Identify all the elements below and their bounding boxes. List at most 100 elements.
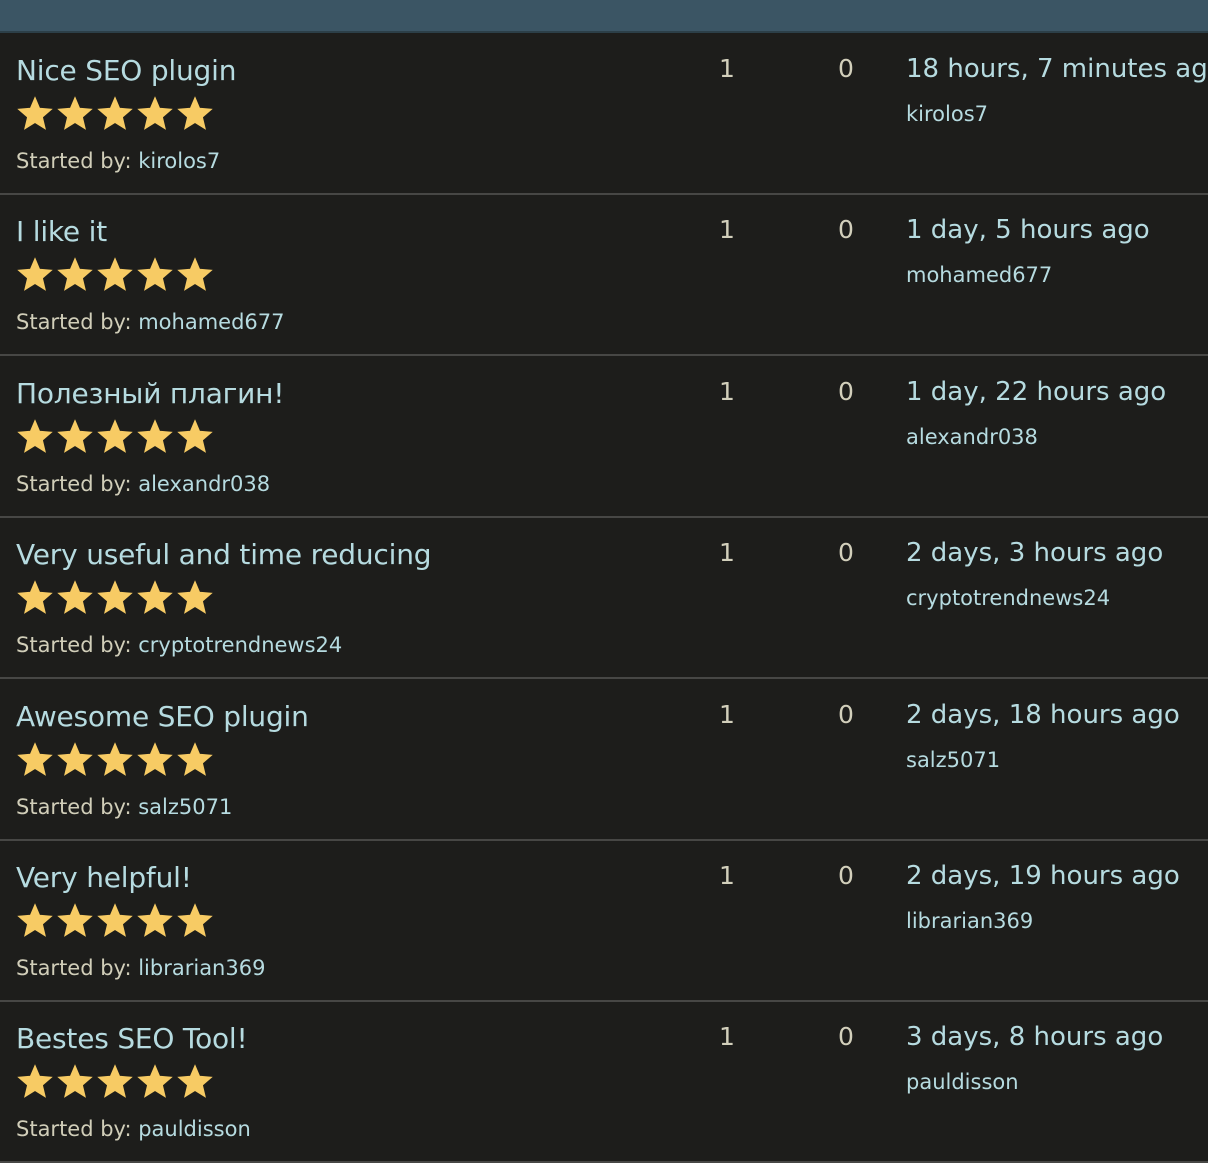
author-link[interactable]: mohamed677 [138, 310, 284, 334]
topic-title-link[interactable]: Awesome SEO plugin [16, 700, 309, 733]
star-icon [57, 580, 93, 616]
freshness-link[interactable]: 18 hours, 7 minutes ago [906, 54, 1208, 84]
star-icon [137, 257, 173, 293]
star-icon [137, 96, 173, 132]
topic-row: Nice SEO plugin Started by: kirolos7 1 0 18 … [0, 34, 1208, 195]
star-icon [97, 742, 133, 778]
topic-starter: Started by: cryptotrendnews24 [16, 633, 342, 657]
topic-starter: Started by: librarian369 [16, 956, 265, 980]
voices-count: 1 [719, 1022, 735, 1051]
star-icon [17, 96, 53, 132]
star-icon [177, 742, 213, 778]
star-icon [17, 903, 53, 939]
last-poster-link[interactable]: mohamed677 [906, 263, 1052, 287]
star-icon [97, 903, 133, 939]
star-rating [17, 257, 213, 293]
topic-row: Bestes SEO Tool! Started by: pauldisson 1 0… [0, 1002, 1208, 1163]
author-link[interactable]: cryptotrendnews24 [138, 633, 342, 657]
star-icon [97, 580, 133, 616]
last-poster-link[interactable]: alexandr038 [906, 425, 1038, 449]
topic-row: I like it Started by: mohamed677 1 0 1 day, … [0, 195, 1208, 356]
replies-count: 0 [838, 861, 854, 890]
author-link[interactable]: alexandr038 [138, 472, 270, 496]
freshness-link[interactable]: 1 day, 22 hours ago [906, 377, 1166, 407]
star-icon [137, 1064, 173, 1100]
star-icon [17, 257, 53, 293]
author-link[interactable]: salz5071 [138, 795, 232, 819]
star-icon [17, 1064, 53, 1100]
star-rating [17, 903, 213, 939]
topic-starter: Started by: mohamed677 [16, 310, 285, 334]
started-by-label: Started by: [16, 633, 132, 657]
topic-row: Very useful and time reducing Started by:… [0, 518, 1208, 679]
voices-count: 1 [719, 700, 735, 729]
replies-count: 0 [838, 538, 854, 567]
table-header [0, 0, 1208, 33]
topic-title-link[interactable]: Very useful and time reducing [16, 538, 432, 571]
voices-count: 1 [719, 538, 735, 567]
started-by-label: Started by: [16, 956, 132, 980]
voices-count: 1 [719, 54, 735, 83]
star-icon [17, 580, 53, 616]
last-poster-link[interactable]: kirolos7 [906, 102, 988, 126]
star-icon [177, 1064, 213, 1100]
star-icon [137, 903, 173, 939]
voices-count: 1 [719, 215, 735, 244]
star-icon [177, 419, 213, 455]
star-icon [17, 742, 53, 778]
author-link[interactable]: kirolos7 [138, 149, 220, 173]
star-icon [17, 419, 53, 455]
topic-title-link[interactable]: Полезный плагин! [16, 377, 285, 410]
topic-starter: Started by: pauldisson [16, 1117, 251, 1141]
topic-starter: Started by: alexandr038 [16, 472, 270, 496]
started-by-label: Started by: [16, 472, 132, 496]
freshness-link[interactable]: 2 days, 3 hours ago [906, 538, 1163, 568]
star-rating [17, 96, 213, 132]
author-link[interactable]: pauldisson [138, 1117, 251, 1141]
author-link[interactable]: librarian369 [138, 956, 265, 980]
last-poster-link[interactable]: pauldisson [906, 1070, 1019, 1094]
freshness-link[interactable]: 2 days, 19 hours ago [906, 861, 1180, 891]
star-icon [137, 742, 173, 778]
star-icon [177, 96, 213, 132]
started-by-label: Started by: [16, 795, 132, 819]
topic-title-link[interactable]: Bestes SEO Tool! [16, 1022, 248, 1055]
voices-count: 1 [719, 861, 735, 890]
replies-count: 0 [838, 700, 854, 729]
voices-count: 1 [719, 377, 735, 406]
star-rating [17, 742, 213, 778]
replies-count: 0 [838, 54, 854, 83]
star-icon [137, 580, 173, 616]
topic-starter: Started by: salz5071 [16, 795, 232, 819]
topic-title-link[interactable]: Nice SEO plugin [16, 54, 236, 87]
star-icon [177, 903, 213, 939]
star-icon [57, 903, 93, 939]
star-icon [177, 257, 213, 293]
freshness-link[interactable]: 2 days, 18 hours ago [906, 700, 1180, 730]
topic-title-link[interactable]: Very helpful! [16, 861, 192, 894]
topic-row: Полезный плагин! Started by: alexandr038 1… [0, 357, 1208, 518]
last-poster-link[interactable]: salz5071 [906, 748, 1000, 772]
freshness-link[interactable]: 3 days, 8 hours ago [906, 1022, 1163, 1052]
started-by-label: Started by: [16, 1117, 132, 1141]
topic-row: Very helpful! Started by: librarian369 1 0 2… [0, 841, 1208, 1002]
star-icon [57, 742, 93, 778]
topic-starter: Started by: kirolos7 [16, 149, 220, 173]
replies-count: 0 [838, 377, 854, 406]
star-icon [97, 1064, 133, 1100]
star-icon [97, 419, 133, 455]
last-poster-link[interactable]: librarian369 [906, 909, 1033, 933]
topic-title-link[interactable]: I like it [16, 215, 107, 248]
star-rating [17, 580, 213, 616]
star-icon [57, 257, 93, 293]
star-icon [57, 1064, 93, 1100]
freshness-link[interactable]: 1 day, 5 hours ago [906, 215, 1150, 245]
last-poster-link[interactable]: cryptotrendnews24 [906, 586, 1110, 610]
star-icon [97, 257, 133, 293]
replies-count: 0 [838, 215, 854, 244]
star-rating [17, 419, 213, 455]
started-by-label: Started by: [16, 149, 132, 173]
star-icon [137, 419, 173, 455]
star-icon [177, 580, 213, 616]
replies-count: 0 [838, 1022, 854, 1051]
